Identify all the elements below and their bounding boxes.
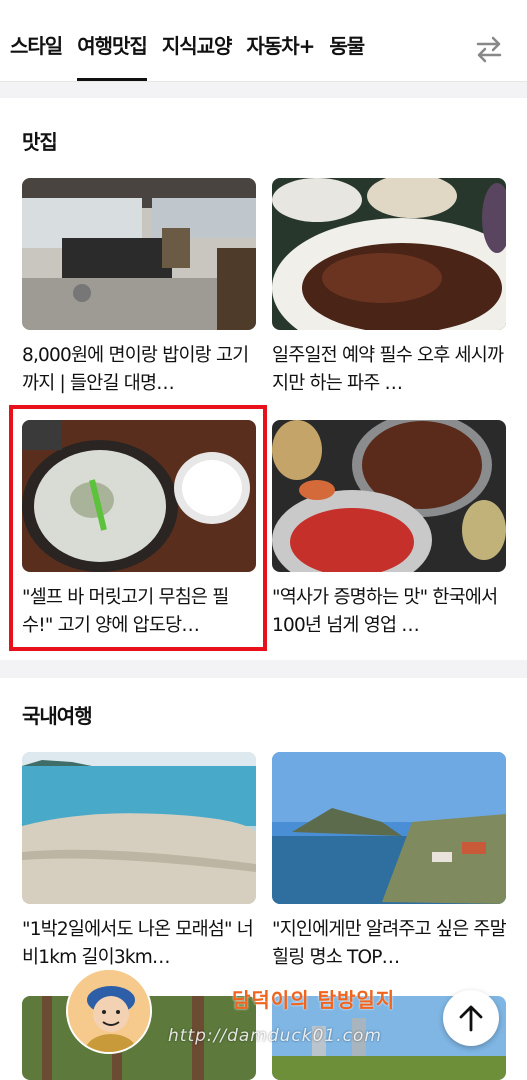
tab-travel-food[interactable]: 여행맛집 [77,30,148,81]
arrow-up-icon [459,1005,483,1032]
category-tab-bar: 스타일 여행맛집 지식교양 자동차+ 동물 [0,0,527,82]
avatar [66,968,152,1054]
scroll-top-button[interactable] [443,990,499,1046]
food-card-4-caption: "역사가 증명하는 맛" 한국에서 100년 넘게 영업 … [272,587,498,636]
travel-card-1-image [22,752,256,904]
travel-section-title: 국내여행 [22,704,93,728]
tab-animal[interactable]: 동물 [329,30,365,59]
food-card-2[interactable]: 일주일전 예약 필수 오후 세시까지만 하는 파주 … [272,178,506,398]
swap-arrows-icon[interactable] [472,34,506,64]
food-card-1-caption: 8,000원에 면이랑 밥이랑 고기까지 | 들안길 대명… [22,345,249,394]
food-card-3-image [22,420,256,572]
tab-car[interactable]: 자동차+ [246,30,315,59]
travel-card-1-caption: "1박2일에서도 나온 모래섬" 너비1km 길이3km… [22,919,254,968]
tab-list: 스타일 여행맛집 지식교양 자동차+ 동물 [10,30,379,81]
travel-card-1[interactable]: "1박2일에서도 나온 모래섬" 너비1km 길이3km… [22,752,256,972]
food-card-3-caption: "셀프 바 머릿고기 무침은 필수!" 고기 양에 압도당… [22,587,229,636]
watermark-title: 담덕이의 탐방일지 [232,988,396,1012]
food-card-4-image [272,420,506,572]
food-section: 맛집 8,000원에 면이랑 밥이랑 고기까지 | 들안길 대명… 일주일전 예… [0,98,527,660]
food-card-4[interactable]: "역사가 증명하는 맛" 한국에서 100년 넘게 영업 … [272,420,506,640]
food-card-1[interactable]: 8,000원에 면이랑 밥이랑 고기까지 | 들안길 대명… [22,178,256,398]
travel-card-2-image [272,752,506,904]
food-card-1-image [22,178,256,330]
tab-style[interactable]: 스타일 [10,30,63,59]
food-card-2-caption: 일주일전 예약 필수 오후 세시까지만 하는 파주 … [272,345,504,394]
food-card-2-image [272,178,506,330]
watermark-url: http://damduck01.com [168,1026,382,1046]
travel-card-2[interactable]: "지인에게만 알려주고 싶은 주말 힐링 명소 TOP… [272,752,507,972]
food-card-3[interactable]: "셀프 바 머릿고기 무침은 필수!" 고기 양에 압도당… [22,420,256,640]
food-section-title: 맛집 [22,130,58,154]
travel-card-2-caption: "지인에게만 알려주고 싶은 주말 힐링 명소 TOP… [272,919,507,968]
tab-knowledge[interactable]: 지식교양 [162,30,233,59]
